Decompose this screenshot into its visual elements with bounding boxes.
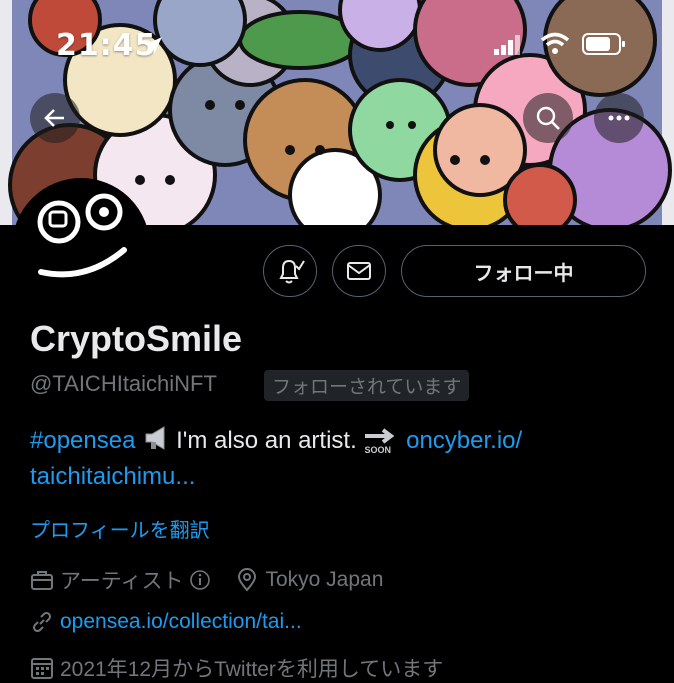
more-horizontal-icon xyxy=(608,115,630,121)
calendar-icon xyxy=(31,658,53,679)
bio-line-1: #opensea I'm also an artist. SOON oncybe… xyxy=(30,424,522,459)
more-button[interactable] xyxy=(594,93,644,143)
meta-row-2: opensea.io/collection/tai... xyxy=(30,610,302,634)
bell-check-icon xyxy=(279,259,305,284)
link-icon xyxy=(32,611,52,633)
joined-date: 2021年12月からTwitterを利用しています xyxy=(60,658,444,681)
avatar-image xyxy=(19,185,143,309)
avatar[interactable] xyxy=(12,178,150,316)
soon-label: SOON xyxy=(364,444,391,455)
bio-link[interactable]: oncyber.io/ xyxy=(406,427,522,454)
following-button[interactable]: フォロー中 xyxy=(401,245,646,297)
bio-text: I'm also an artist. xyxy=(176,426,357,454)
meta-row-1: アーティスト Tokyo Japan xyxy=(30,565,383,595)
location-pin-icon xyxy=(238,568,257,592)
info-icon[interactable] xyxy=(189,569,211,591)
location-arrow-icon xyxy=(145,37,162,54)
location-label: Tokyo Japan xyxy=(265,568,384,591)
notifications-button[interactable] xyxy=(263,245,317,297)
arrow-left-icon xyxy=(44,109,64,127)
mail-icon xyxy=(347,262,371,280)
wifi-icon xyxy=(540,32,570,54)
category-label: アーティスト xyxy=(60,570,184,593)
profile-handle: @TAICHItaichiNFT xyxy=(30,371,217,396)
website-link[interactable]: opensea.io/collection/tai... xyxy=(60,610,302,634)
search-button[interactable] xyxy=(523,93,573,143)
hashtag-link[interactable]: #opensea xyxy=(30,427,135,454)
search-icon xyxy=(536,106,560,130)
back-button[interactable] xyxy=(30,93,80,143)
follows-you-badge: フォローされています xyxy=(264,370,470,401)
profile-name: CryptoSmile xyxy=(30,318,243,359)
soon-arrow-icon: SOON xyxy=(363,427,399,457)
briefcase-icon xyxy=(31,571,53,590)
cellular-signal-icon xyxy=(494,35,520,55)
battery-icon xyxy=(582,33,625,55)
meta-row-3: 2021年12月からTwitterを利用しています xyxy=(30,653,443,683)
message-button[interactable] xyxy=(332,245,386,297)
megaphone-icon xyxy=(142,424,176,459)
bio-link-continued[interactable]: taichitaichimu... xyxy=(30,463,195,491)
status-bar: 21:45 xyxy=(0,28,674,64)
translate-profile-link[interactable]: プロフィールを翻訳 xyxy=(30,514,210,543)
